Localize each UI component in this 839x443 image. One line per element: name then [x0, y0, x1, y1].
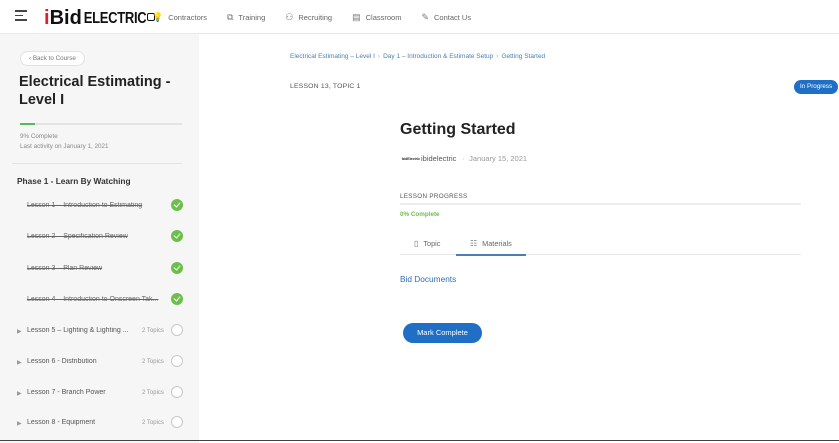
author-row: bidElectric ibidelectric · January 15, 2… [402, 154, 527, 163]
completed-check-icon [171, 199, 183, 211]
phase-title[interactable]: Phase 1 - Learn By Watching [17, 176, 131, 186]
completed-check-icon [171, 262, 183, 274]
incomplete-circle-icon [171, 416, 183, 428]
lesson-item[interactable]: ▶ Lesson 5 – Lighting & Lighting ... 2 Top… [0, 322, 199, 342]
tab-topic-label: Topic [423, 239, 441, 248]
list-icon: ☷ [470, 238, 478, 248]
expand-caret-icon[interactable]: ▶ [17, 359, 22, 366]
lesson-title[interactable]: Lesson 4 – Introduction to Onscreen Tak.… [27, 296, 167, 303]
mark-complete-button[interactable]: Mark Complete [403, 323, 482, 343]
back-to-course-button[interactable]: ‹ Back to Course [20, 51, 85, 66]
lesson-title[interactable]: Lesson 1 – Introduction to Estimating [27, 202, 167, 209]
nav-link-label: Recruiting [298, 12, 333, 22]
main-nav-links: 💡 Contractors ⧉ Training ⚇ Recruiting ▤ Classro… [152, 0, 491, 34]
nav-link-label: Classroom [365, 12, 402, 22]
lesson-item[interactable]: Lesson 4 – Introduction to Onscreen Tak.… [0, 291, 199, 311]
lesson-item[interactable]: Lesson 3 – Plan Review [0, 260, 199, 280]
lesson-topic-count: 2 Topics [142, 359, 164, 365]
lightbulb-icon: 💡 [152, 11, 164, 22]
lesson-topic-count: 2 Topics [142, 420, 164, 426]
tab-materials[interactable]: ☷ Materials [456, 232, 526, 256]
course-complete-text: 9% Complete [20, 133, 58, 140]
post-date: · January 15, 2021 [462, 154, 528, 163]
breadcrumb-item[interactable]: Electrical Estimating – Level I [290, 53, 375, 60]
status-badge: In Progress [794, 80, 839, 94]
content-tabs: ▯ Topic ☷ Materials [400, 232, 801, 256]
logo-word-text: Bid [49, 7, 82, 29]
lesson-title[interactable]: Lesson 6 - Distribution [27, 358, 142, 365]
tab-topic[interactable]: ▯ Topic [414, 232, 440, 255]
lesson-title[interactable]: Lesson 3 – Plan Review [27, 265, 167, 272]
incomplete-circle-icon [171, 386, 183, 398]
completed-check-icon [171, 293, 183, 305]
lesson-item[interactable]: Lesson 2 – Specification Review [0, 228, 199, 248]
nav-link-contact-us[interactable]: ✎ Contact Us [421, 11, 472, 22]
completed-check-icon [171, 230, 183, 242]
nav-link-label: Training [238, 12, 266, 22]
incomplete-circle-icon [171, 324, 183, 336]
top-navigation: iBid ELECTRIC 💡 Contractors ⧉ Training ⚇ Recr… [0, 0, 839, 34]
author-name[interactable]: ibidelectric [421, 154, 456, 163]
lesson-item[interactable]: ▶ Lesson 6 - Distribution 2 Topics [0, 353, 199, 373]
breadcrumb: Electrical Estimating – Level I › Day 1 – … [290, 53, 545, 60]
lesson-title[interactable]: Lesson 7 - Branch Power [27, 389, 142, 396]
nav-link-recruiting[interactable]: ⚇ Recruiting [285, 11, 333, 22]
tab-materials-label: Materials [482, 238, 512, 248]
logo-accent: ELECTRIC [83, 8, 147, 27]
lesson-title[interactable]: Lesson 5 – Lighting & Lighting ... [27, 327, 142, 334]
breadcrumb-separator: › [496, 53, 499, 60]
lesson-item[interactable]: ▶ Lesson 7 - Branch Power 2 Topics [0, 384, 199, 404]
expand-caret-icon[interactable]: ▶ [17, 390, 22, 397]
nav-link-training[interactable]: ⧉ Training [226, 11, 266, 22]
nav-link-label: Contact Us [434, 12, 472, 22]
page-title: Getting Started [400, 121, 516, 138]
lesson-topic-label: LESSON 13, TOPIC 1 [290, 83, 361, 90]
expand-caret-icon[interactable]: ▶ [17, 420, 22, 427]
nav-link-label: Contractors [168, 12, 207, 22]
lesson-title[interactable]: Lesson 8 - Equipment [27, 419, 142, 426]
logo-word: iBid [44, 7, 82, 29]
incomplete-circle-icon [171, 355, 183, 367]
classroom-icon: ▤ [352, 11, 361, 22]
expand-caret-icon[interactable]: ▶ [17, 328, 22, 335]
lesson-progress-label: LESSON PROGRESS [400, 193, 468, 200]
course-title[interactable]: Electrical Estimating - Level I [19, 73, 189, 109]
bid-electric-logo[interactable]: iBid ELECTRIC [44, 5, 156, 29]
bottom-border [0, 440, 839, 441]
lesson-item[interactable]: Lesson 1 – Introduction to Estimating [0, 197, 199, 217]
bid-documents-link[interactable]: Bid Documents [400, 274, 456, 284]
lesson-topic-count: 2 Topics [142, 328, 164, 334]
training-icon: ⧉ [226, 11, 234, 22]
edit-icon: ✎ [421, 11, 429, 22]
lesson-item[interactable]: ▶ Lesson 8 - Equipment 2 Topics [0, 414, 199, 434]
course-progress-fill [20, 123, 35, 125]
hamburger-menu-icon[interactable] [15, 10, 27, 21]
course-progress-bar [20, 123, 182, 125]
breadcrumb-item[interactable]: Day 1 – Introduction & Estimate Setup [383, 53, 493, 60]
recruiting-icon: ⚇ [285, 11, 294, 22]
sidebar-divider [12, 163, 182, 164]
lesson-progress-bar [400, 203, 801, 205]
last-activity-text: Last activity on January 1, 2021 [20, 143, 109, 150]
lesson-progress-text: 0% Complete [400, 211, 440, 218]
breadcrumb-separator: › [377, 53, 381, 60]
lesson-title[interactable]: Lesson 2 – Specification Review [27, 233, 167, 240]
document-icon: ▯ [414, 239, 419, 248]
lesson-topic-count: 2 Topics [142, 390, 164, 396]
course-sidebar: ‹ Back to Course Electrical Estimating -… [0, 34, 199, 443]
author-avatar: bidElectric [402, 156, 420, 161]
nav-link-classroom[interactable]: ▤ Classroom [352, 11, 402, 22]
breadcrumb-item[interactable]: Getting Started [501, 53, 545, 60]
nav-link-contractors[interactable]: 💡 Contractors [152, 11, 207, 22]
post-date-text: January 15, 2021 [469, 154, 528, 163]
